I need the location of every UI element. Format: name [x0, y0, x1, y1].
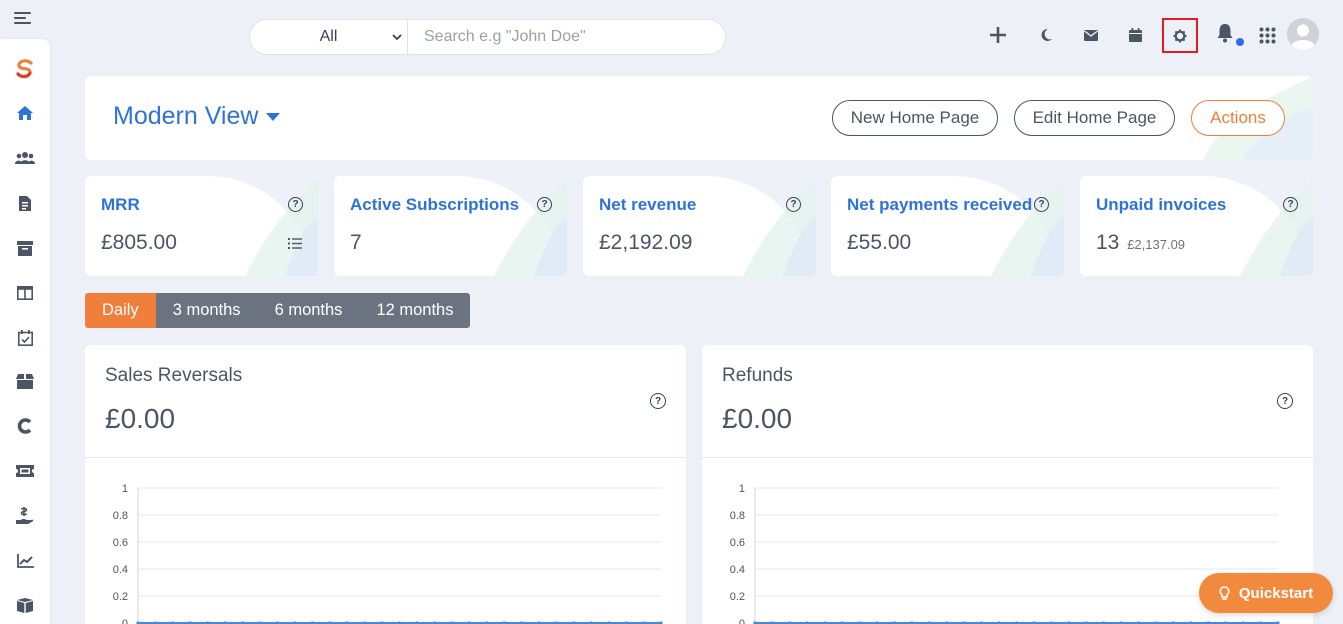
divider — [702, 457, 1313, 458]
apps-grid-icon[interactable] — [1256, 24, 1278, 46]
stat-title: Unpaid invoices — [1096, 195, 1227, 214]
y-tick-label: 0.6 — [730, 537, 745, 549]
tab-3-months[interactable]: 3 months — [155, 293, 258, 328]
settings-button[interactable] — [1162, 18, 1198, 53]
stat-value: 7 — [350, 231, 362, 254]
stat-value: £2,192.09 — [599, 231, 693, 254]
stat-value: 13 £2,137.09 — [1096, 231, 1185, 255]
stat-value-count: 13 — [1096, 231, 1120, 254]
stat-title: MRR — [101, 195, 140, 214]
stat-title: Net revenue — [599, 195, 697, 214]
view-title: Modern View — [113, 102, 259, 130]
new-home-page-button[interactable]: New Home Page — [832, 100, 998, 136]
global-search: All — [249, 19, 726, 55]
bell-icon[interactable] — [1214, 22, 1236, 44]
mail-icon[interactable] — [1080, 24, 1102, 46]
moon-icon[interactable] — [1035, 24, 1057, 46]
caret-down-icon — [266, 112, 281, 121]
stat-value: £805.00 — [101, 231, 177, 254]
list-icon[interactable] — [288, 238, 302, 249]
stat-card-mrr: MRR ? £805.00 — [85, 176, 318, 276]
quickstart-label: Quickstart — [1238, 584, 1314, 602]
help-icon[interactable]: ? — [288, 197, 303, 212]
notification-badge — [1234, 36, 1246, 48]
divider — [85, 457, 686, 458]
y-tick-label: 1 — [739, 483, 745, 495]
search-scope-value: All — [319, 28, 338, 45]
user-avatar-icon[interactable] — [1287, 18, 1319, 50]
y-tick-label: 0 — [122, 618, 128, 624]
users-icon[interactable] — [13, 146, 37, 170]
stat-title: Net payments received — [847, 195, 1033, 214]
y-tick-label: 0.2 — [113, 591, 128, 603]
chart-card-sales-reversals: Sales Reversals £0.00 ? 1 0.8 0.6 0.4 0.2 0 — [85, 345, 686, 624]
y-tick-label: 0.8 — [113, 510, 128, 522]
gear-icon — [1173, 29, 1187, 42]
invoice-icon[interactable] — [13, 191, 37, 215]
decorative-swoosh — [1200, 176, 1313, 276]
stat-card-unpaid-invoices: Unpaid invoices ? 13 £2,137.09 — [1080, 176, 1313, 276]
help-icon[interactable]: ? — [650, 393, 666, 409]
decorative-swoosh — [951, 176, 1064, 276]
search-scope-select[interactable]: All — [250, 20, 408, 54]
y-tick-label: 0.8 — [730, 510, 745, 522]
view-switcher[interactable]: Modern View — [113, 102, 281, 131]
money-hand-icon[interactable] — [13, 504, 37, 528]
home-icon[interactable] — [13, 101, 37, 125]
y-tick-label: 0.4 — [113, 564, 128, 576]
stat-title: Active Subscriptions — [350, 195, 520, 214]
edit-home-page-button[interactable]: Edit Home Page — [1014, 100, 1175, 136]
boxes-icon[interactable] — [13, 593, 37, 617]
calendar-icon[interactable] — [1124, 24, 1146, 46]
search-input[interactable] — [408, 20, 725, 54]
help-icon[interactable]: ? — [537, 197, 552, 212]
box-icon[interactable] — [13, 369, 37, 393]
y-tick-label: 0.2 — [730, 591, 745, 603]
chart-card-value: £0.00 — [722, 403, 793, 434]
help-icon[interactable]: ? — [786, 197, 801, 212]
sidebar — [0, 39, 50, 624]
tab-6-months[interactable]: 6 months — [257, 293, 360, 328]
help-icon[interactable]: ? — [1283, 197, 1298, 212]
chart-card-title: Sales Reversals — [105, 365, 243, 386]
home-header-card: Modern View New Home Page Edit Home Page… — [85, 76, 1313, 160]
help-icon[interactable]: ? — [1277, 393, 1293, 409]
stat-value-amount: £2,137.09 — [1127, 237, 1186, 252]
stat-card-net-revenue: Net revenue ? £2,192.09 — [583, 176, 816, 276]
sidebar-toggle-icon[interactable] — [14, 12, 31, 26]
y-tick-label: 0.6 — [113, 537, 128, 549]
tab-12-months[interactable]: 12 months — [359, 293, 471, 328]
stat-value: £55.00 — [847, 231, 912, 254]
chart-line-icon[interactable] — [13, 549, 37, 573]
c-icon[interactable] — [13, 414, 37, 438]
help-icon[interactable]: ? — [1034, 197, 1049, 212]
tab-daily[interactable]: Daily — [85, 293, 156, 328]
chart-card-title: Refunds — [722, 365, 793, 386]
ticket-icon[interactable] — [13, 459, 37, 483]
archive-icon[interactable] — [13, 236, 37, 260]
period-tabs: Daily 3 months 6 months 12 months — [85, 293, 471, 328]
decorative-swoosh — [454, 176, 567, 276]
logo-icon[interactable] — [13, 57, 37, 81]
decorative-swoosh — [703, 176, 816, 276]
plus-icon[interactable] — [987, 24, 1009, 46]
chevron-down-icon — [392, 34, 402, 41]
chart-card-value: £0.00 — [105, 403, 176, 434]
stat-card-active-subscriptions: Active Subscriptions ? 7 — [334, 176, 567, 276]
lightbulb-icon — [1219, 585, 1230, 600]
columns-icon[interactable] — [13, 281, 37, 305]
calendar-check-icon[interactable] — [13, 326, 37, 350]
sales-reversals-chart: 1 0.8 0.6 0.4 0.2 0 — [113, 483, 663, 624]
quickstart-button[interactable]: Quickstart — [1199, 573, 1333, 613]
actions-button[interactable]: Actions — [1191, 100, 1285, 136]
y-tick-label: 1 — [122, 483, 128, 495]
stat-card-net-payments-received: Net payments received ? £55.00 — [831, 176, 1064, 276]
decorative-swoosh — [205, 176, 318, 276]
y-tick-label: 0 — [739, 618, 745, 624]
y-tick-label: 0.4 — [730, 564, 745, 576]
